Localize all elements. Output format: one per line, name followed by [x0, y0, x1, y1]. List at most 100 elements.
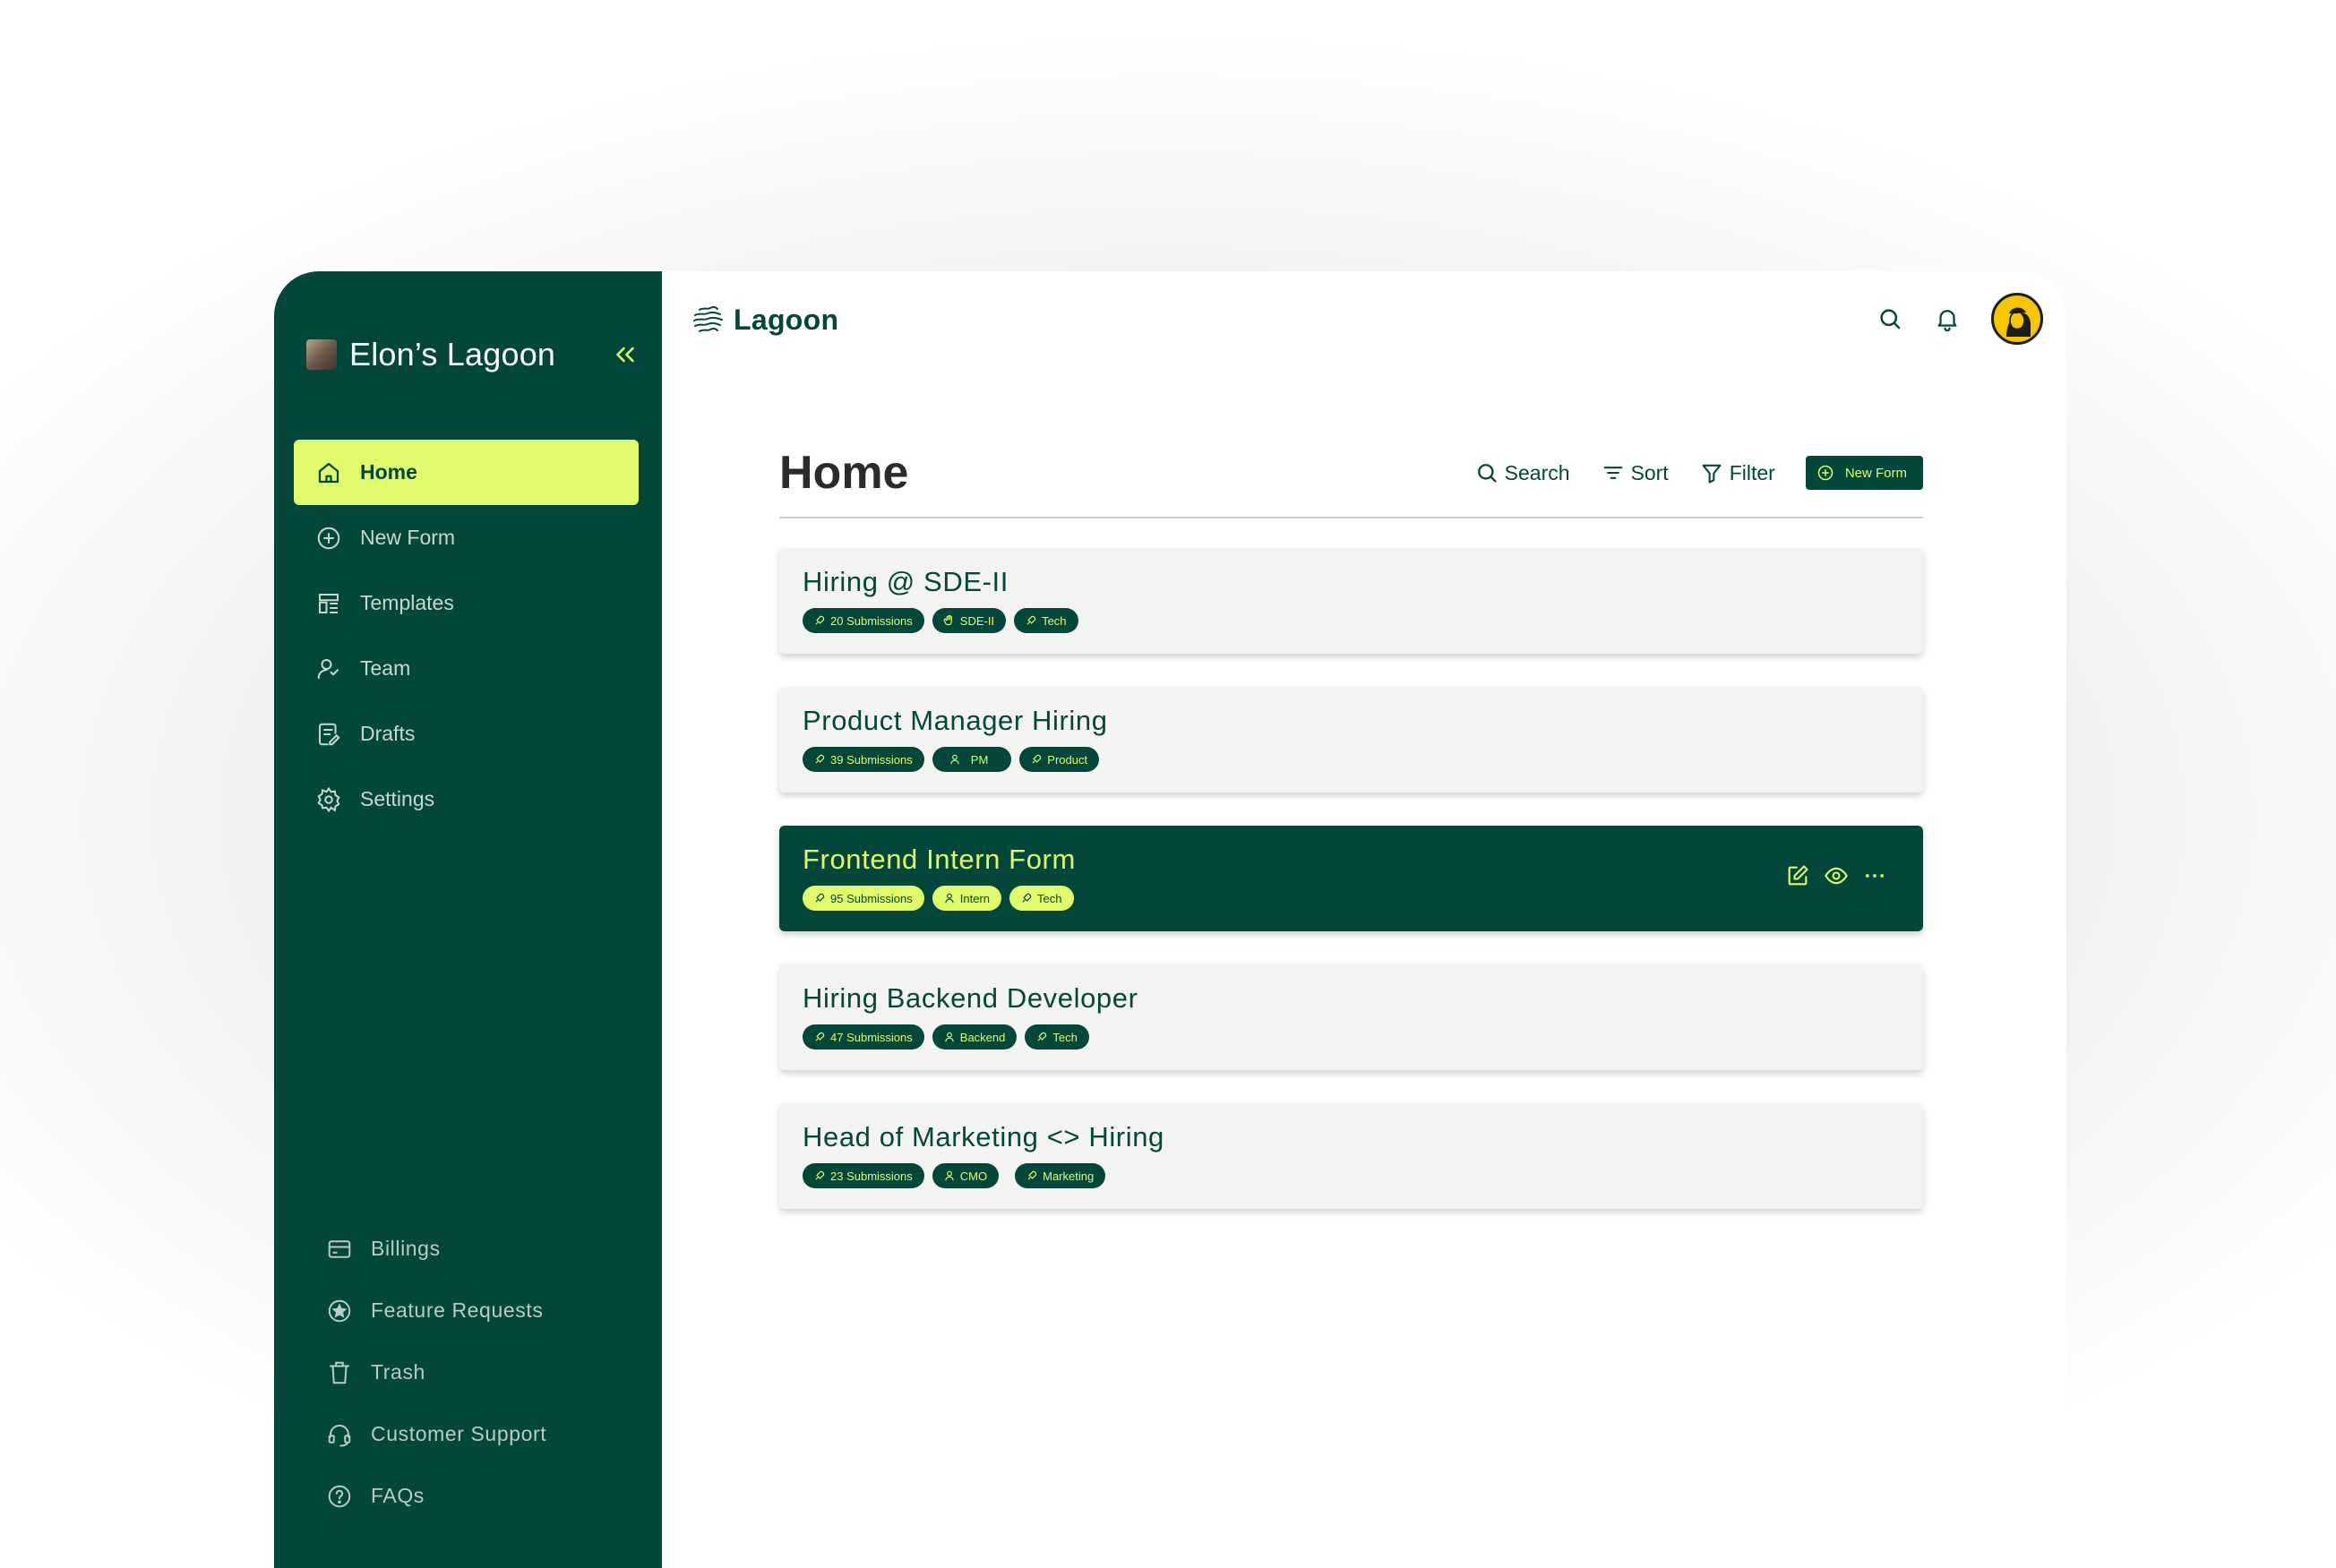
form-tags: 47 Submissions Backend Tech	[803, 1024, 1900, 1050]
more-options-icon[interactable]	[1862, 863, 1887, 888]
submissions-tag: 20 Submissions	[803, 608, 924, 633]
sidebar-nav: Home New Form Templates Team Drafts Sett…	[294, 440, 639, 832]
trash-icon	[330, 1361, 349, 1384]
app-window: Elon’s Lagoon Home New Form Templates Te…	[274, 271, 2066, 1568]
page-title: Home	[779, 447, 909, 499]
sidebar-item-faqs[interactable]: FAQs	[294, 1465, 639, 1527]
submissions-tag: 23 Submissions	[803, 1163, 924, 1188]
tag-label: Backend	[959, 1030, 1006, 1044]
form-card[interactable]: Product Manager Hiring 39 Submissions PM…	[779, 687, 1923, 793]
form-card[interactable]: Hiring Backend Developer 47 Submissions …	[779, 964, 1923, 1070]
workspace-name: Elon’s Lagoon	[349, 336, 556, 373]
tag-label: 95 Submissions	[830, 891, 913, 905]
plus-circle-icon	[317, 527, 340, 549]
eye-icon[interactable]	[1824, 863, 1849, 888]
sidebar-item-settings[interactable]: Settings	[294, 767, 639, 832]
search-label: Search	[1504, 460, 1570, 484]
category-tag: Product	[1019, 747, 1100, 772]
help-circle-icon	[328, 1485, 351, 1507]
team-icon	[317, 658, 339, 679]
role-tag: PM	[932, 747, 1012, 772]
form-tags: 95 Submissions Intern Tech	[803, 886, 1900, 911]
form-tags: 23 Submissions CMO Marketing	[803, 1163, 1900, 1188]
sidebar-item-feature-requests[interactable]: Feature Requests	[294, 1280, 639, 1341]
search-icon	[1477, 464, 1497, 483]
filter-icon	[1702, 464, 1722, 484]
home-icon	[318, 462, 339, 483]
sidebar-item-label: Trash	[371, 1360, 425, 1384]
top-actions	[1877, 293, 2043, 345]
tag-label: Marketing	[1043, 1169, 1095, 1183]
user-icon	[945, 893, 954, 904]
user-icon	[950, 754, 959, 765]
submissions-tag: 47 Submissions	[803, 1024, 924, 1050]
sidebar-item-label: Drafts	[360, 722, 416, 745]
sidebar-secondary-nav: Billings Feature Requests Trash Customer…	[294, 1218, 639, 1527]
category-tag: Tech	[1025, 1024, 1089, 1050]
tag-label: 47 Submissions	[830, 1030, 913, 1044]
sidebar-item-new-form[interactable]: New Form	[294, 505, 639, 570]
form-list: Hiring @ SDE-II 20 Submissions SDE-II Te…	[779, 548, 1923, 1242]
form-card[interactable]: Hiring @ SDE-II 20 Submissions SDE-II Te…	[779, 548, 1923, 654]
rocket-icon	[1027, 1170, 1037, 1180]
user-icon	[945, 1170, 954, 1181]
rocket-icon	[815, 1170, 825, 1180]
sort-icon	[1603, 467, 1622, 479]
app-logo[interactable]: Lagoon	[691, 302, 838, 338]
sidebar-item-team[interactable]: Team	[294, 636, 639, 701]
workspace-header[interactable]: Elon’s Lagoon	[306, 336, 555, 373]
submissions-tag: 39 Submissions	[803, 747, 924, 772]
new-form-button[interactable]: New Form	[1805, 456, 1923, 490]
tag-label: SDE-II	[959, 613, 995, 628]
tag-label: 23 Submissions	[830, 1169, 913, 1183]
rocket-icon	[1026, 615, 1036, 625]
tag-label: 20 Submissions	[830, 613, 913, 628]
sort-button[interactable]: Sort	[1601, 460, 1669, 485]
form-title: Product Manager Hiring	[803, 705, 1108, 736]
search-icon[interactable]	[1877, 305, 1903, 332]
tag-label: 39 Submissions	[830, 752, 913, 767]
submissions-tag: 95 Submissions	[803, 886, 924, 911]
rocket-icon	[815, 1032, 825, 1041]
category-tag: Tech	[1014, 608, 1078, 633]
plus-circle-icon	[1817, 465, 1834, 481]
user-avatar[interactable]	[1991, 293, 2043, 345]
form-tags: 20 Submissions SDE-II Tech	[803, 608, 1900, 633]
sidebar-item-drafts[interactable]: Drafts	[294, 701, 639, 767]
tag-label: Tech	[1042, 613, 1067, 628]
rocket-icon	[1032, 754, 1042, 764]
form-title: Hiring Backend Developer	[803, 982, 1138, 1014]
sidebar: Elon’s Lagoon Home New Form Templates Te…	[274, 271, 662, 1568]
form-title: Frontend Intern Form	[803, 844, 1076, 875]
hand-icon	[943, 614, 952, 626]
sidebar-item-label: New Form	[360, 526, 456, 549]
rocket-icon	[815, 893, 825, 903]
sidebar-item-billings[interactable]: Billings	[294, 1218, 639, 1280]
sidebar-item-templates[interactable]: Templates	[294, 570, 639, 636]
form-card-selected[interactable]: Frontend Intern Form 95 Submissions Inte…	[779, 826, 1923, 931]
sidebar-item-customer-support[interactable]: Customer Support	[294, 1403, 639, 1465]
tag-label: CMO	[959, 1169, 988, 1183]
role-tag: SDE-II	[932, 608, 1007, 633]
form-tags: 39 Submissions PM Product	[803, 747, 1900, 772]
rocket-icon	[815, 754, 825, 764]
sidebar-item-label: FAQs	[371, 1484, 425, 1507]
bell-icon[interactable]	[1934, 305, 1961, 332]
edit-icon[interactable]	[1785, 863, 1810, 888]
new-form-label: New Form	[1844, 465, 1907, 481]
sidebar-item-label: Team	[360, 656, 411, 680]
sidebar-item-trash[interactable]: Trash	[294, 1341, 639, 1403]
form-card[interactable]: Head of Marketing <> Hiring 23 Submissio…	[779, 1103, 1923, 1209]
rocket-icon	[1022, 893, 1032, 903]
filter-button[interactable]: Filter	[1699, 460, 1775, 485]
headset-icon	[328, 1424, 351, 1446]
collapse-sidebar-icon[interactable]	[610, 339, 640, 370]
search-button[interactable]: Search	[1474, 460, 1570, 485]
sidebar-item-home[interactable]: Home	[294, 440, 639, 505]
user-icon	[945, 1032, 954, 1042]
role-tag: Backend	[932, 1024, 1018, 1050]
sort-label: Sort	[1630, 460, 1669, 484]
sidebar-item-label: Settings	[360, 787, 435, 810]
category-tag: Tech	[1009, 886, 1074, 911]
rocket-icon	[815, 615, 825, 625]
